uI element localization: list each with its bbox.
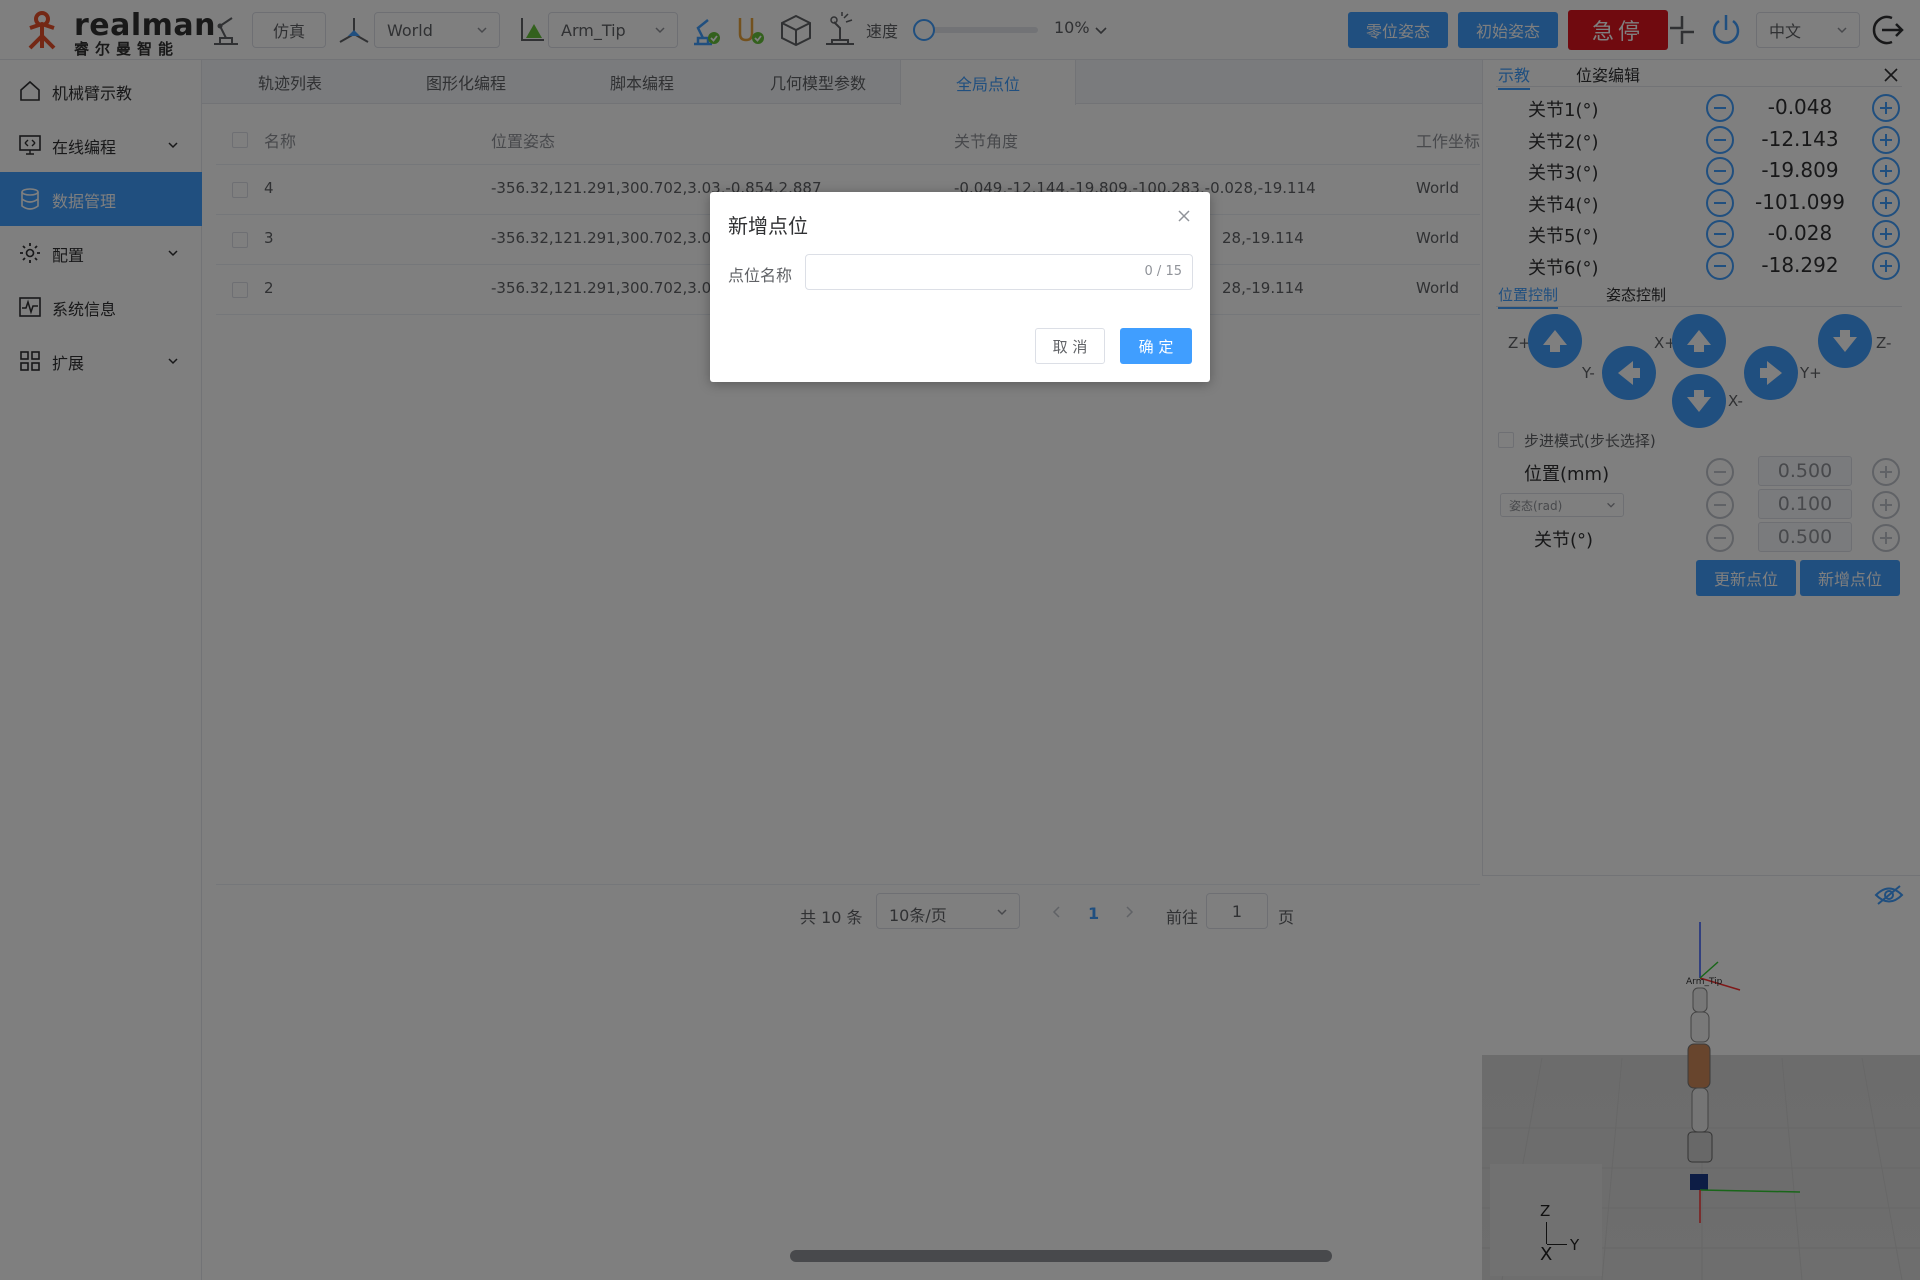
char-counter: 0 / 15 <box>1144 264 1182 279</box>
add-point-dialog: 新增点位 点位名称 0 / 15 取 消 确 定 <box>710 192 1210 382</box>
point-name-label: 点位名称 <box>728 266 793 285</box>
cancel-button[interactable]: 取 消 <box>1035 328 1105 364</box>
confirm-button[interactable]: 确 定 <box>1120 328 1192 364</box>
dialog-title: 新增点位 <box>728 214 808 238</box>
close-icon[interactable] <box>1176 208 1192 224</box>
point-name-input[interactable]: 0 / 15 <box>805 254 1193 290</box>
